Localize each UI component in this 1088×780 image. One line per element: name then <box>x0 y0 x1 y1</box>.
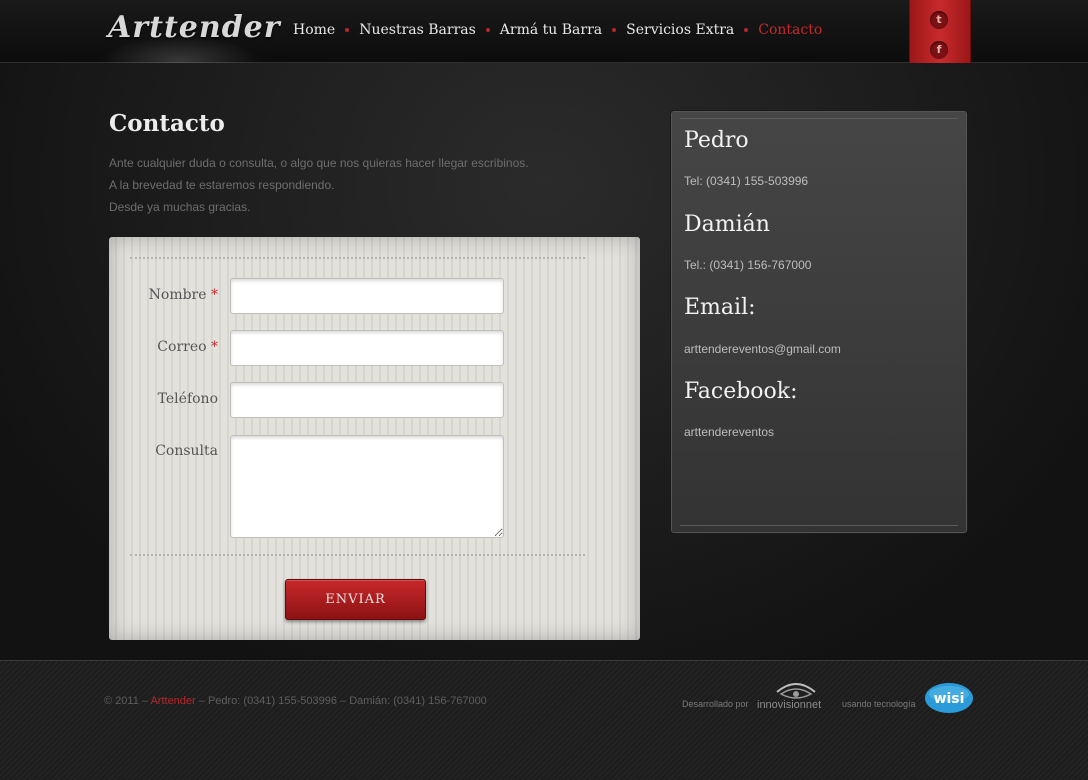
card-ornament-top <box>680 118 958 119</box>
intro-line-2: A la brevedad te estaremos respondiendo. <box>109 178 335 192</box>
site-footer <box>0 660 1088 780</box>
main-nav: Home Nuestras Barras Armá tu Barra Servi… <box>293 22 822 38</box>
nombre-input[interactable] <box>230 278 504 314</box>
correo-input[interactable] <box>230 330 504 366</box>
pedro-heading: Pedro <box>684 128 749 153</box>
nombre-label: Nombre * <box>108 287 218 303</box>
nav-separator <box>345 28 350 32</box>
nav-nuestras-barras[interactable]: Nuestras Barras <box>359 22 476 38</box>
nav-separator <box>744 28 749 32</box>
wisi-logo-text: wisi <box>934 691 965 707</box>
enviar-button[interactable]: ENVIAR <box>285 579 426 620</box>
card-ornament-bottom <box>680 525 958 526</box>
email-address[interactable]: arttendereventos@gmail.com <box>684 342 841 356</box>
developed-by-text: Desarrollado por <box>682 699 749 709</box>
correo-label: Correo * <box>108 339 218 355</box>
wisi-logo[interactable]: wisi <box>924 682 974 714</box>
nav-separator <box>485 28 490 32</box>
nav-contacto[interactable]: Contacto <box>758 22 822 38</box>
damian-phone: Tel.: (0341) 156-767000 <box>684 258 812 272</box>
page-title: Contacto <box>109 110 225 137</box>
copyright-prefix: © 2011 – <box>104 695 148 707</box>
nav-home[interactable]: Home <box>293 22 335 38</box>
correo-label-text: Correo <box>157 339 207 355</box>
intro-line-1: Ante cualquier duda o consulta, o algo q… <box>109 156 529 170</box>
nav-separator <box>612 28 617 32</box>
using-tech-text: usando tecnología <box>842 699 916 709</box>
innovision-logo[interactable]: innovisionnet <box>757 678 835 712</box>
consulta-label: Consulta <box>155 443 218 459</box>
innovision-logo-text: innovisionnet <box>757 699 821 711</box>
intro-line-3: Desde ya muchas gracias. <box>109 200 251 214</box>
required-mark: * <box>211 287 218 303</box>
required-mark: * <box>211 339 218 355</box>
site-logo[interactable]: Arttender <box>108 10 281 45</box>
facebook-icon[interactable]: f <box>930 41 948 59</box>
telefono-input[interactable] <box>230 382 504 418</box>
nombre-label-text: Nombre <box>148 287 207 303</box>
nav-arma-tu-barra[interactable]: Armá tu Barra <box>500 22 602 38</box>
pedro-phone: Tel: (0341) 155-503996 <box>684 174 809 188</box>
damian-heading: Damián <box>684 212 770 237</box>
facebook-account[interactable]: arttendereventos <box>684 425 774 439</box>
twitter-icon[interactable]: t <box>930 11 948 29</box>
facebook-heading: Facebook: <box>684 379 798 404</box>
copyright-suffix: – Pedro: (0341) 155-503996 – Damián: (03… <box>198 695 487 707</box>
form-stitch-top <box>130 257 585 259</box>
email-heading: Email: <box>684 295 756 320</box>
nav-servicios-extra[interactable]: Servicios Extra <box>626 22 734 38</box>
footer-brand-link[interactable]: Arttender <box>150 695 195 707</box>
consulta-textarea[interactable] <box>230 435 504 538</box>
footer-copyright: © 2011 – Arttender – Pedro: (0341) 155-5… <box>104 695 487 707</box>
form-stitch-bottom <box>130 554 585 556</box>
telefono-label: Teléfono <box>157 391 218 407</box>
